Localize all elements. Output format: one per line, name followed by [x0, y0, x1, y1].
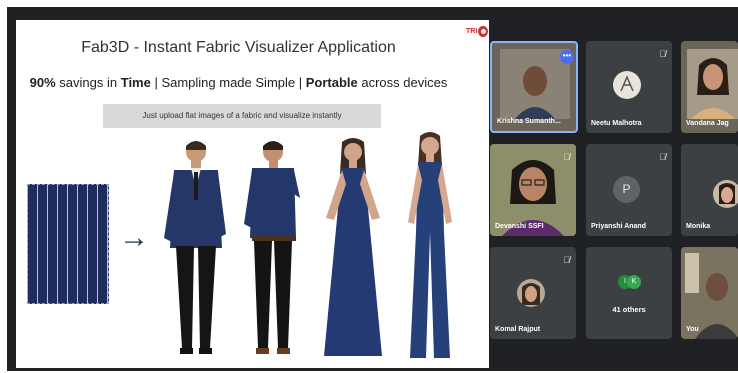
participant-tile-vandana[interactable]: Vandana Jag [681, 41, 738, 133]
meeting-window: Fab3D - Instant Fabric Visualizer Applic… [7, 7, 738, 371]
avatar [613, 71, 641, 99]
participant-tile-monika[interactable]: Monika [681, 144, 738, 236]
participant-name: Krishna Sumanth... [497, 118, 561, 125]
company-logo: TRI [466, 22, 488, 40]
participant-tile-you[interactable]: You [681, 247, 738, 339]
mic-off-icon: 🎙̸ [659, 49, 666, 59]
subtitle-portable: Portable [305, 75, 358, 90]
subtitle-time: Time [120, 75, 151, 90]
participant-tile-devanshi[interactable]: 🎙̸ Devanshi SSFI [490, 144, 576, 236]
participant-tile-neetu[interactable]: 🎙̸ Neetu Malhotra [586, 41, 672, 133]
logo-mark-icon [478, 25, 488, 37]
slide-banner: Just upload flat images of a fabric and … [103, 104, 381, 128]
more-options-icon[interactable]: ••• [560, 50, 574, 64]
avatar-image [620, 75, 634, 92]
fabric-swatch-image [27, 184, 109, 304]
participant-name: Neetu Malhotra [591, 120, 642, 127]
model-woman-gown-image [324, 138, 382, 356]
participant-name: Vandana Jag [686, 120, 729, 127]
participant-name: Monika [686, 223, 711, 230]
mic-off-icon: 🎙̸ [563, 255, 570, 265]
participant-name: Komal Rajput [495, 326, 541, 333]
others-count-label: 41 others [612, 305, 646, 314]
right-arrow-icon: → [119, 221, 149, 254]
model-man-suit-image [164, 141, 226, 354]
avatar: K [627, 275, 641, 289]
avatar [517, 279, 545, 307]
participant-name: Priyanshi Anand [591, 223, 646, 230]
participant-tile-komal[interactable]: 🎙̸ Komal Rajput [490, 247, 576, 339]
participant-tile-priyanshi[interactable]: 🎙̸ P Priyanshi Anand [586, 144, 672, 236]
avatar-image [522, 283, 540, 305]
avatar-image [719, 183, 735, 204]
model-woman-jumpsuit-image [408, 132, 452, 358]
mic-off-icon: 🎙̸ [563, 152, 570, 162]
subtitle-text-1: savings in [55, 75, 121, 90]
subtitle-text-2: | Sampling made Simple | [150, 75, 306, 90]
participant-tile-others[interactable]: I K 41 others [586, 247, 672, 339]
presentation-slide: Fab3D - Instant Fabric Visualizer Applic… [16, 20, 489, 368]
participant-name: You [686, 326, 699, 333]
avatar [713, 180, 738, 208]
mic-off-icon: 🎙̸ [659, 152, 666, 162]
avatar: P [613, 176, 640, 203]
slide-title: Fab3D - Instant Fabric Visualizer Applic… [81, 39, 396, 56]
participant-name: Devanshi SSFI [495, 223, 544, 230]
logo-text: TRI [466, 27, 478, 35]
participant-tile-krishna[interactable]: ••• Krishna Sumanth... [490, 41, 578, 133]
subtitle-percent: 90% [29, 75, 56, 90]
participant-video-image [687, 49, 738, 119]
others-avatars: I K [618, 275, 648, 291]
subtitle-text-3: across devices [357, 75, 448, 90]
model-man-shirt-image [244, 141, 300, 354]
slide-subtitle: 90% savings in Time | Sampling made Simp… [16, 75, 461, 90]
